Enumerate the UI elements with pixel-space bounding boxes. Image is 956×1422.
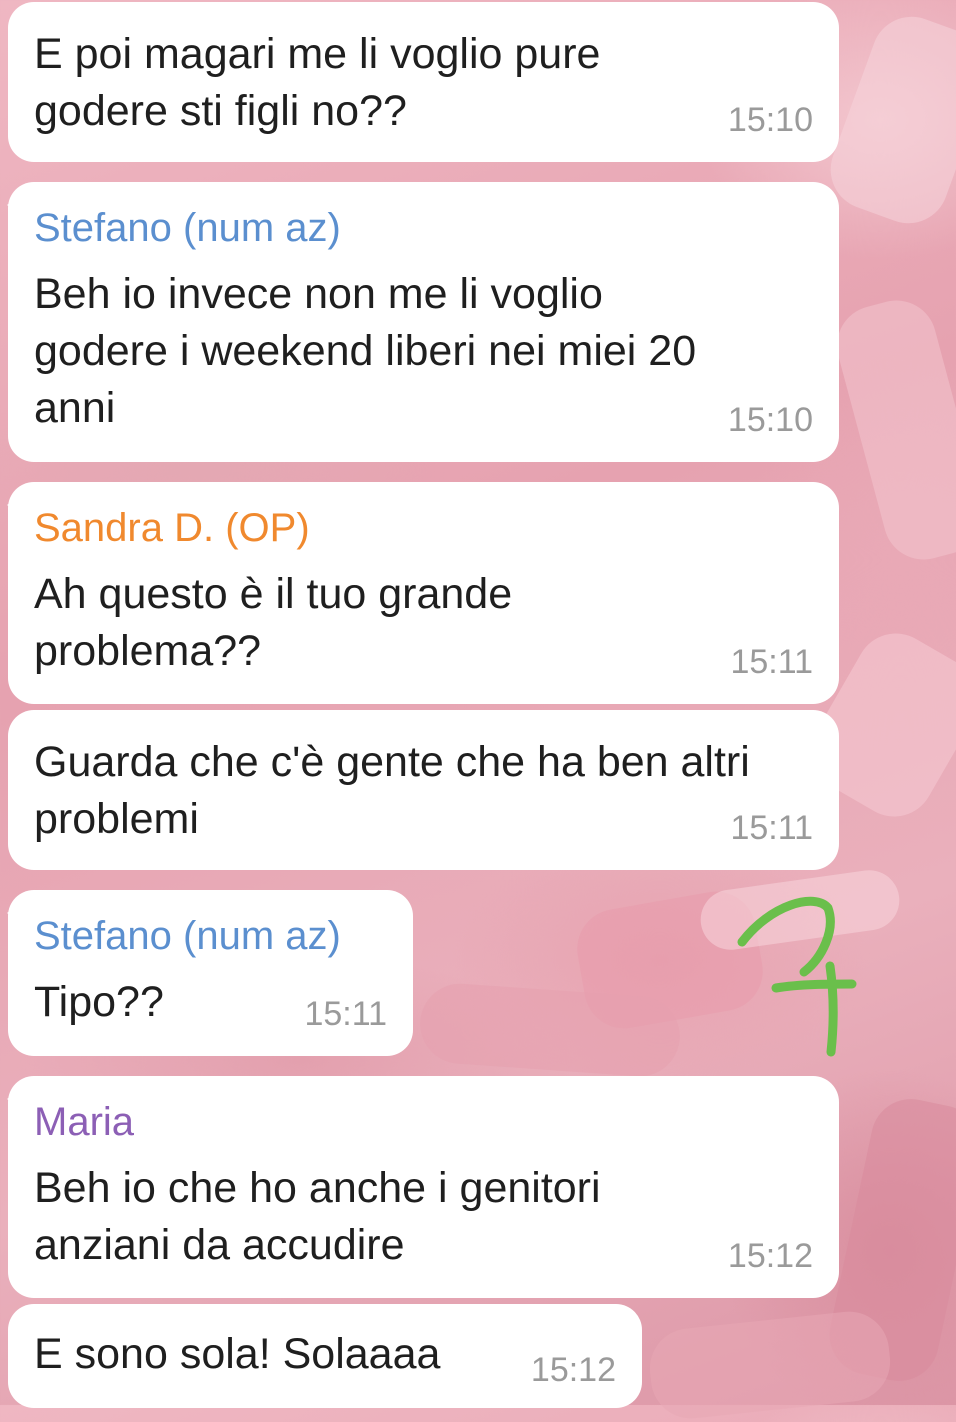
message-text: Ah questo è il tuo grande problema?? [34, 570, 513, 675]
message-text: Beh io invece non me li voglio godere i … [34, 270, 697, 432]
message-text: E sono sola! Solaaaa [34, 1330, 441, 1378]
message-timestamp: 15:11 [730, 809, 813, 847]
message-bubble[interactable]: E poi magari me li voglio pure godere st… [8, 2, 839, 162]
message-bubble[interactable]: Sandra D. (OP) Ah questo è il tuo grande… [7, 482, 839, 704]
bubble-tail [7, 1092, 17, 1106]
message-timestamp: 15:10 [727, 101, 813, 139]
message-bubble[interactable]: Guarda che c'è gente che ha ben altri pr… [8, 710, 839, 870]
bubble-tail [7, 498, 17, 512]
bubble-tail [7, 906, 17, 920]
message-timestamp: 15:12 [727, 1237, 813, 1275]
message-text: Beh io che ho anche i genitori anziani d… [34, 1164, 601, 1269]
sender-name[interactable]: Stefano (num az) [34, 912, 387, 960]
message-bubble[interactable]: Maria Beh io che ho anche i genitori anz… [7, 1076, 839, 1298]
chat-message-list[interactable]: E poi magari me li voglio pure godere st… [0, 0, 956, 1408]
message-bubble[interactable]: Stefano (num az) Beh io invece non me li… [7, 182, 839, 462]
sender-name[interactable]: Maria [34, 1098, 813, 1146]
message-timestamp: 15:10 [727, 401, 813, 439]
message-timestamp: 15:11 [730, 643, 813, 681]
message-text: E poi magari me li voglio pure godere st… [34, 30, 601, 135]
message-bubble[interactable]: E sono sola! Solaaaa 15:12 [8, 1304, 642, 1408]
message-timestamp: 15:12 [530, 1351, 616, 1389]
sender-name[interactable]: Sandra D. (OP) [34, 504, 813, 552]
message-timestamp: 15:11 [304, 995, 387, 1033]
bubble-tail [7, 198, 17, 212]
message-bubble[interactable]: Stefano (num az) Tipo?? 15:11 [7, 890, 413, 1056]
message-text: Guarda che c'è gente che ha ben altri pr… [34, 738, 750, 843]
sender-name[interactable]: Stefano (num az) [34, 204, 813, 252]
